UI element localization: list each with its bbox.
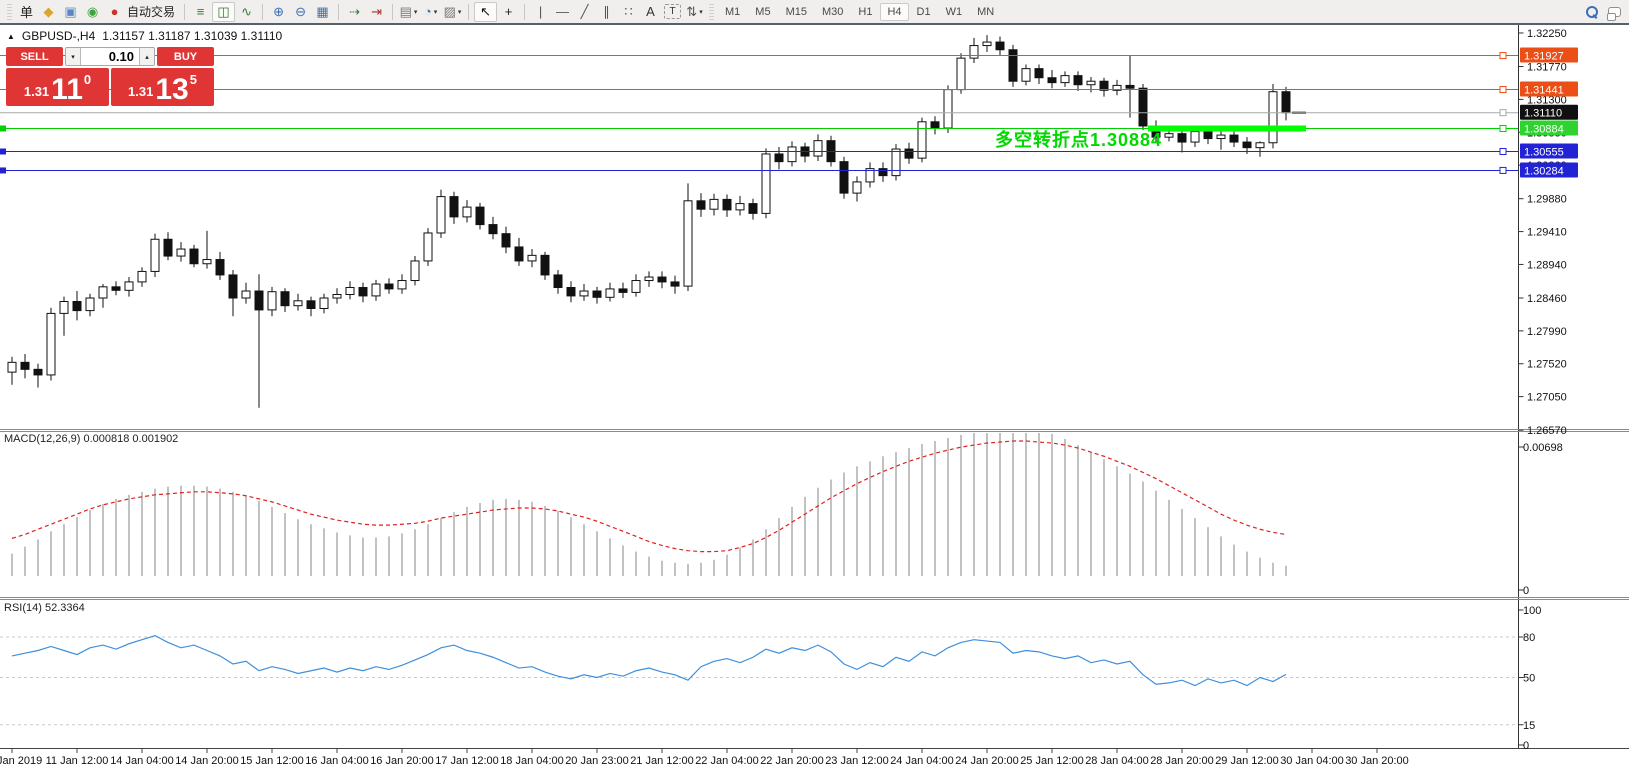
volume-increase-button[interactable]: ▴	[139, 48, 154, 65]
time-axis-label: 21 Jan 12:00	[630, 755, 694, 767]
mt4-window: 单◆▣◉●自动交易≡◫∿⊕⊖▦⇢⇥▤▾◔▾▨▾↖+|—╱∥∷AT⇅▾M1M5M1…	[0, 0, 1629, 771]
svg-text:1.31927: 1.31927	[1524, 51, 1564, 63]
price-tick-label: 1.29880	[1527, 194, 1567, 206]
time-axis-label: 23 Jan 12:00	[825, 755, 889, 767]
macd-pane	[12, 433, 1286, 576]
time-axis-label: 14 Jan 04:00	[110, 755, 174, 767]
rsi-value: 52.3364	[45, 602, 85, 614]
sell-button[interactable]: SELL	[6, 47, 63, 66]
time-axis-label: 16 Jan 04:00	[305, 755, 369, 767]
rsi-scale-label: 50	[1523, 673, 1535, 685]
rsi-pane	[12, 636, 1286, 686]
time-axis-label: 24 Jan 20:00	[955, 755, 1019, 767]
macd-values: 0.000818 0.001902	[83, 433, 178, 445]
price-badge: 1.30884	[1520, 120, 1578, 135]
time-axis-label: 30 Jan 20:00	[1345, 755, 1409, 767]
chart-canvas[interactable]: 1.322501.317701.313001.308301.303601.298…	[0, 0, 1629, 771]
macd-name: MACD(12,26,9)	[4, 433, 80, 445]
price-badge: 1.31927	[1520, 48, 1578, 63]
pane-frames	[0, 25, 1629, 749]
support-highlight[interactable]	[1148, 125, 1306, 131]
time-axis-label: 16 Jan 20:00	[370, 755, 434, 767]
price-tick-label: 1.26570	[1527, 425, 1567, 437]
price-badge: 1.30284	[1520, 162, 1578, 177]
rsi-scale-label: 80	[1523, 632, 1535, 644]
time-axis-label: 18 Jan 04:00	[500, 755, 564, 767]
price-tick-label: 1.27990	[1527, 326, 1567, 338]
macd-splitter[interactable]	[0, 430, 1629, 432]
price-badge: 1.30555	[1520, 144, 1578, 159]
time-axis-label: 28 Jan 04:00	[1085, 755, 1149, 767]
time-axis-label: 10 Jan 2019	[0, 755, 42, 767]
ohlc-values: 1.31157 1.31187 1.31039 1.31110	[102, 29, 282, 43]
one-click-trading-panel: SELL ▾ ▴ BUY 1.31 11 0 1.31 13 5	[6, 47, 214, 106]
rsi-name: RSI(14)	[4, 602, 42, 614]
sell-price-big: 11	[51, 76, 83, 104]
pivot-annotation: 多空转折点1.30884	[995, 126, 1162, 152]
chart-header: ▲ GBPUSD-,H4 1.31157 1.31187 1.31039 1.3…	[7, 29, 282, 43]
time-axis-label: 14 Jan 20:00	[175, 755, 239, 767]
volume-decrease-button[interactable]: ▾	[66, 48, 81, 65]
svg-text:1.31441: 1.31441	[1524, 85, 1564, 97]
svg-text:1.30555: 1.30555	[1524, 147, 1564, 159]
rsi-scale-label: 0	[1523, 740, 1529, 752]
time-axis-label: 28 Jan 20:00	[1150, 755, 1214, 767]
rsi-gridlines	[0, 637, 1518, 725]
price-tick-label: 1.27520	[1527, 359, 1567, 371]
rsi-indicator-label: RSI(14) 52.3364	[4, 602, 85, 614]
time-axis-label: 11 Jan 12:00	[46, 755, 109, 767]
buy-price-pip: 5	[190, 72, 197, 87]
rsi-scale-label: 100	[1523, 605, 1541, 617]
rsi-splitter[interactable]	[0, 598, 1629, 600]
price-tick-label: 1.32250	[1527, 28, 1567, 40]
collapse-arrow-icon[interactable]: ▲	[7, 32, 15, 41]
time-axis-label: 29 Jan 12:00	[1215, 755, 1279, 767]
time-axis: 10 Jan 2019 11 Jan 12:0014 Jan 04:0014 Ja…	[0, 748, 1409, 767]
svg-text:1.30284: 1.30284	[1524, 165, 1564, 177]
rsi-scale-label: 15	[1523, 720, 1535, 732]
svg-text:1.30884: 1.30884	[1524, 123, 1564, 135]
price-tick-label: 1.28940	[1527, 259, 1567, 271]
buy-price-big: 13	[155, 76, 188, 104]
sell-price-base: 1.31	[24, 84, 49, 99]
price-tick-label: 1.28460	[1527, 293, 1567, 305]
level-lines[interactable]	[0, 53, 1518, 174]
macd-indicator-label: MACD(12,26,9) 0.000818 0.001902	[4, 433, 178, 445]
volume-input[interactable]	[81, 48, 139, 65]
price-tick-label: 1.27050	[1527, 392, 1567, 404]
buy-price-box[interactable]: 1.31 13 5	[111, 68, 214, 106]
price-badge: 1.31110	[1520, 105, 1578, 120]
buy-button[interactable]: BUY	[157, 47, 214, 66]
price-badge: 1.31441	[1520, 82, 1578, 97]
time-axis-label: 15 Jan 12:00	[240, 755, 304, 767]
macd-signal-line	[12, 441, 1286, 552]
sell-price-box[interactable]: 1.31 11 0	[6, 68, 109, 106]
volume-stepper: ▾ ▴	[65, 47, 155, 66]
svg-text:1.31110: 1.31110	[1524, 108, 1562, 120]
sell-price-pip: 0	[84, 72, 91, 87]
macd-scale-label: 0	[1523, 585, 1529, 597]
time-axis-label: 25 Jan 12:00	[1020, 755, 1084, 767]
rsi-line	[12, 636, 1286, 686]
price-tick-label: 1.31770	[1527, 62, 1567, 74]
price-tick-label: 1.29410	[1527, 227, 1567, 239]
time-axis-label: 20 Jan 23:00	[565, 755, 629, 767]
time-axis-label: 30 Jan 04:00	[1280, 755, 1344, 767]
price-axis: 1.322501.317701.313001.308301.303601.298…	[1519, 28, 1579, 752]
time-axis-label: 24 Jan 04:00	[890, 755, 954, 767]
time-axis-label: 22 Jan 20:00	[760, 755, 824, 767]
time-axis-label: 22 Jan 04:00	[695, 755, 759, 767]
macd-scale-label: 0.00698	[1523, 442, 1563, 454]
time-axis-label: 17 Jan 12:00	[435, 755, 499, 767]
buy-price-base: 1.31	[128, 84, 153, 99]
symbol-period: GBPUSD-,H4	[22, 29, 95, 43]
